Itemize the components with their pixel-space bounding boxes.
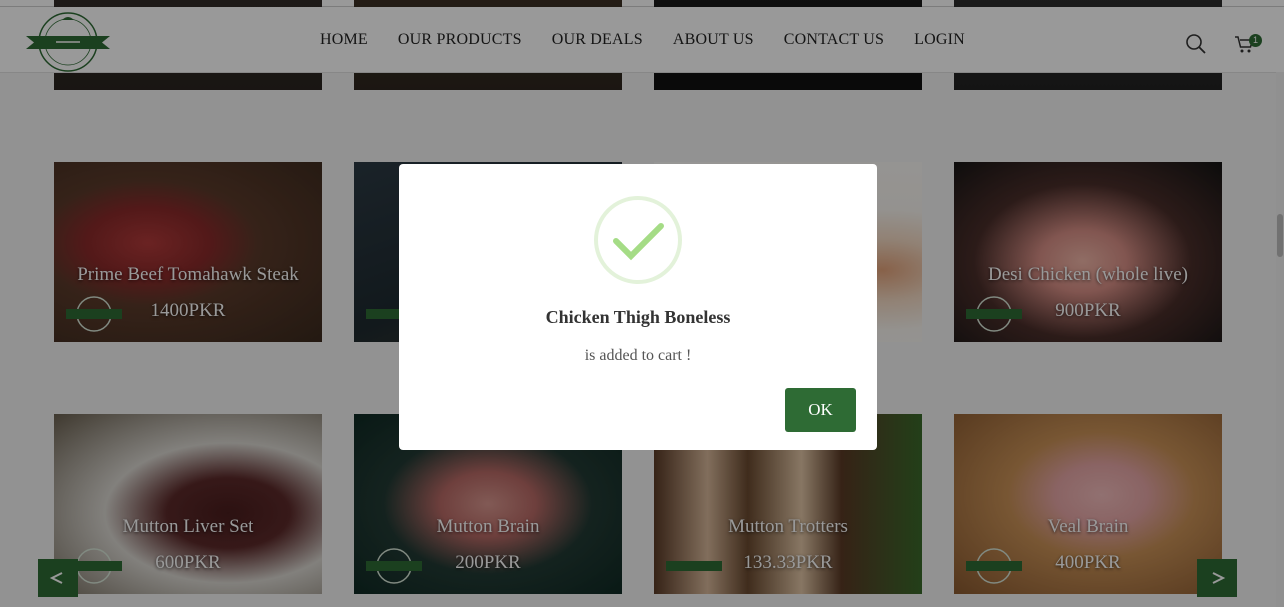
ok-button[interactable]: OK [785,388,856,432]
dialog-title: Chicken Thigh Boneless [545,307,731,327]
success-check-icon [594,196,682,284]
dialog-message: is added to cart ! [584,347,692,364]
added-to-cart-dialog: Chicken Thigh Boneless is added to cart … [399,164,877,450]
